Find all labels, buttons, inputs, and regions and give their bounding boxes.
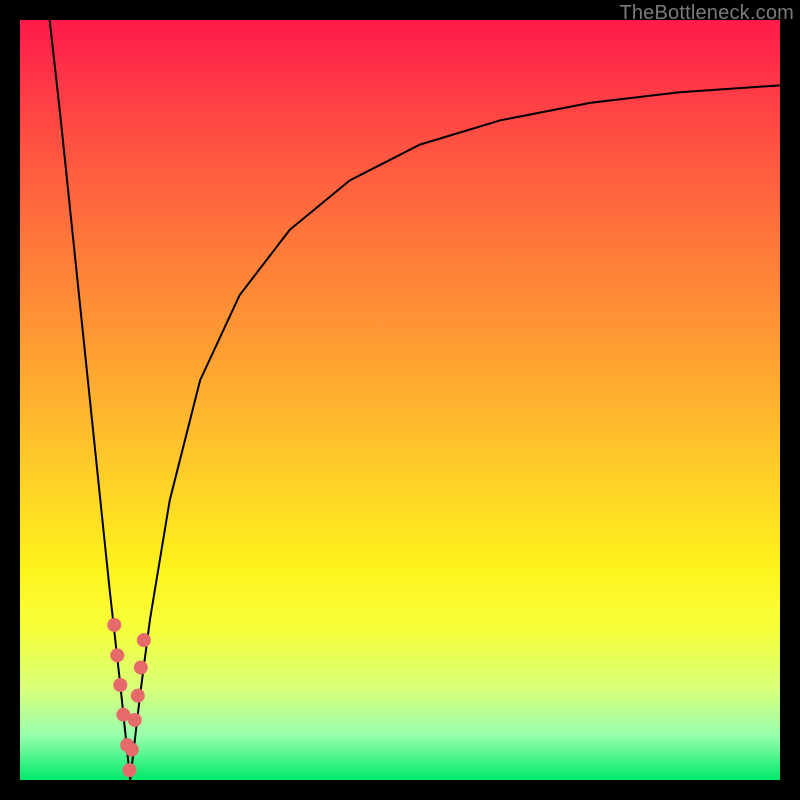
marker-point	[125, 743, 139, 757]
marker-point	[110, 648, 124, 662]
marker-point	[122, 763, 136, 777]
marker-point	[128, 713, 142, 727]
marker-point	[137, 633, 151, 647]
marker-point	[113, 678, 127, 692]
marker-point	[107, 618, 121, 632]
chart-frame: TheBottleneck.com	[0, 0, 800, 800]
plot-area	[20, 20, 780, 780]
series-left-branch	[50, 20, 131, 780]
marker-point	[131, 689, 145, 703]
marker-point	[134, 661, 148, 675]
watermark-text: TheBottleneck.com	[619, 2, 794, 25]
series-right-branch	[130, 85, 780, 780]
curves-svg	[20, 20, 780, 780]
